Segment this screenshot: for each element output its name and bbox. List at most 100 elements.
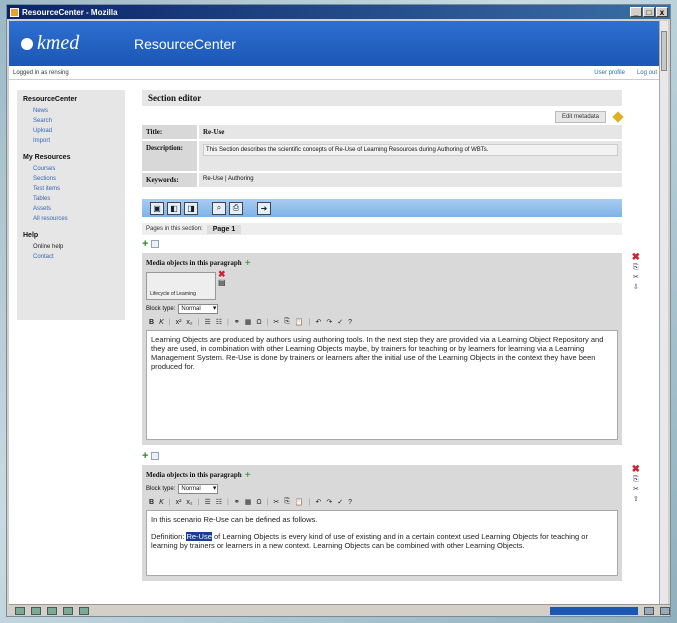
copy-paragraph-icon[interactable]: ⎘ bbox=[633, 264, 639, 272]
cut-paragraph-icon[interactable]: ✂ bbox=[633, 486, 639, 494]
paragraph-block: Media objects in this paragraph + Lifecy… bbox=[142, 253, 640, 445]
composer-icon[interactable] bbox=[47, 606, 57, 615]
sidebar-item-online-help[interactable]: Online help bbox=[23, 242, 119, 252]
paragraph-line: In this scenario Re-Use can be defined a… bbox=[151, 515, 318, 524]
paragraph-text-area[interactable]: Learning Objects are produced by authors… bbox=[146, 330, 618, 440]
media-thumbnail[interactable]: Lifecycle of Learning bbox=[146, 272, 216, 300]
selected-text[interactable]: Re-Use bbox=[186, 532, 212, 541]
add-paragraph-icon[interactable]: + bbox=[142, 239, 148, 250]
bullet-list-icon[interactable]: ☰ bbox=[204, 498, 210, 506]
superscript-button[interactable]: x² bbox=[176, 319, 182, 326]
mozilla-icon bbox=[10, 7, 19, 17]
sidebar-item-tables[interactable]: Tables bbox=[23, 194, 119, 204]
sidebar-item-upload[interactable]: Upload bbox=[23, 126, 119, 136]
maximize-button[interactable]: □ bbox=[643, 7, 655, 17]
copy-paragraph-icon[interactable]: ⎘ bbox=[633, 476, 639, 484]
link-icon[interactable]: ⚭ bbox=[234, 318, 240, 326]
sidebar-item-all-resources[interactable]: All resources bbox=[23, 214, 119, 224]
bold-button[interactable]: B bbox=[149, 499, 154, 506]
address-book-icon[interactable] bbox=[63, 606, 73, 615]
title-label: Title: bbox=[142, 125, 197, 139]
editor-toolbar: B K | x² x₂ | ☰ ☷ | ⚭ ▦ Ω | ✂ ⎘ 📋 | ↶ ↷ … bbox=[149, 498, 352, 506]
delete-paragraph-icon[interactable]: ✖ bbox=[632, 465, 640, 475]
superscript-button[interactable]: x² bbox=[176, 499, 182, 506]
link-icon[interactable]: ⚭ bbox=[234, 498, 240, 506]
close-window-button[interactable]: x bbox=[656, 7, 668, 17]
sidebar-item-import[interactable]: Import bbox=[23, 136, 119, 146]
media-objects-label: Media objects in this paragraph bbox=[146, 259, 242, 267]
user-profile-link[interactable]: User profile bbox=[594, 70, 625, 76]
special-char-icon[interactable]: Ω bbox=[256, 319, 261, 326]
redo-icon[interactable]: ↷ bbox=[326, 498, 332, 506]
add-paragraph-row: + bbox=[142, 451, 622, 462]
delete-paragraph-icon[interactable]: ✖ bbox=[632, 253, 640, 263]
editor-toolbar: B K | x² x₂ | ☰ ☷ | ⚭ ▦ Ω | ✂ ⎘ 📋 | ↶ ↷ … bbox=[149, 318, 352, 326]
cut-icon[interactable]: ✂ bbox=[273, 498, 279, 506]
table-icon[interactable]: ▦ bbox=[245, 318, 252, 326]
undo-icon[interactable]: ↶ bbox=[315, 318, 321, 326]
add-media-icon[interactable]: + bbox=[245, 258, 251, 269]
special-char-icon[interactable]: Ω bbox=[256, 499, 261, 506]
minimize-button[interactable]: _ bbox=[630, 7, 642, 17]
numbered-list-icon[interactable]: ☷ bbox=[216, 318, 222, 326]
paste-paragraph-icon[interactable] bbox=[151, 452, 160, 460]
paste-icon[interactable]: 📋 bbox=[295, 498, 304, 506]
title-bar: ResourceCenter - Mozilla _ □ x bbox=[7, 5, 670, 19]
help-icon[interactable]: ? bbox=[348, 499, 352, 506]
cut-icon[interactable]: ✂ bbox=[273, 318, 279, 326]
cut-paragraph-icon[interactable]: ✂ bbox=[633, 274, 639, 282]
sidebar-item-contact[interactable]: Contact bbox=[23, 252, 119, 262]
vertical-scrollbar[interactable] bbox=[659, 21, 668, 604]
navigator-icon[interactable] bbox=[15, 606, 25, 615]
export-icon[interactable]: ➜ bbox=[257, 201, 271, 215]
subscript-button[interactable]: x₂ bbox=[186, 499, 192, 506]
paragraph-text-area[interactable]: In this scenario Re-Use can be defined a… bbox=[146, 510, 618, 576]
move-up-icon[interactable]: ⇧ bbox=[633, 496, 639, 504]
copy-icon[interactable]: ⎘ bbox=[284, 498, 290, 506]
pencil-icon[interactable] bbox=[612, 111, 624, 123]
close-icon[interactable]: ◨ bbox=[184, 201, 198, 215]
progress-bar bbox=[550, 606, 638, 615]
add-paragraph-icon[interactable]: + bbox=[142, 451, 148, 462]
paste-paragraph-icon[interactable] bbox=[151, 240, 160, 248]
subscript-button[interactable]: x₂ bbox=[186, 319, 192, 326]
chat-icon[interactable] bbox=[79, 606, 89, 615]
sidebar-item-sections[interactable]: Sections bbox=[23, 174, 119, 184]
tab-page-1[interactable]: Page 1 bbox=[206, 224, 242, 234]
media-properties-icon[interactable]: ▤ bbox=[218, 279, 226, 287]
paragraph-block: Media objects in this paragraph + Block … bbox=[142, 465, 640, 581]
logout-link[interactable]: Log out bbox=[637, 70, 657, 76]
print-icon[interactable]: ⎙ bbox=[229, 201, 243, 215]
header-banner: kmed ResourceCenter bbox=[9, 21, 661, 66]
scrollbar-thumb[interactable] bbox=[661, 31, 667, 71]
italic-button[interactable]: K bbox=[159, 499, 164, 506]
add-media-icon[interactable]: + bbox=[245, 470, 251, 481]
sidebar-item-news[interactable]: News bbox=[23, 106, 119, 116]
paste-icon[interactable]: 📋 bbox=[295, 318, 304, 326]
save-icon[interactable]: ▣ bbox=[150, 201, 164, 215]
spellcheck-icon[interactable]: ✓ bbox=[337, 498, 343, 506]
block-type-select[interactable]: Normal bbox=[178, 304, 219, 314]
media-objects-label: Media objects in this paragraph bbox=[146, 471, 242, 479]
mail-icon[interactable] bbox=[31, 606, 41, 615]
redo-icon[interactable]: ↷ bbox=[326, 318, 332, 326]
edit-metadata-button[interactable]: Edit metadata bbox=[554, 111, 606, 123]
sidebar-item-assets[interactable]: Assets bbox=[23, 204, 119, 214]
save-close-icon[interactable]: ◧ bbox=[167, 201, 181, 215]
copy-icon[interactable]: ⎘ bbox=[284, 318, 290, 326]
block-type-select[interactable]: Normal bbox=[178, 484, 219, 494]
sidebar-item-test-items[interactable]: Test items bbox=[23, 184, 119, 194]
bold-button[interactable]: B bbox=[149, 319, 154, 326]
undo-icon[interactable]: ↶ bbox=[315, 498, 321, 506]
spellcheck-icon[interactable]: ✓ bbox=[337, 318, 343, 326]
sidebar-item-search[interactable]: Search bbox=[23, 116, 119, 126]
numbered-list-icon[interactable]: ☷ bbox=[216, 498, 222, 506]
preview-icon[interactable]: ⌕ bbox=[212, 201, 226, 215]
kmed-logo[interactable]: kmed bbox=[9, 32, 114, 55]
italic-button[interactable]: K bbox=[159, 319, 164, 326]
move-down-icon[interactable]: ⇩ bbox=[633, 284, 639, 292]
help-icon[interactable]: ? bbox=[348, 319, 352, 326]
bullet-list-icon[interactable]: ☰ bbox=[204, 318, 210, 326]
table-icon[interactable]: ▦ bbox=[245, 498, 252, 506]
sidebar-item-courses[interactable]: Courses bbox=[23, 164, 119, 174]
